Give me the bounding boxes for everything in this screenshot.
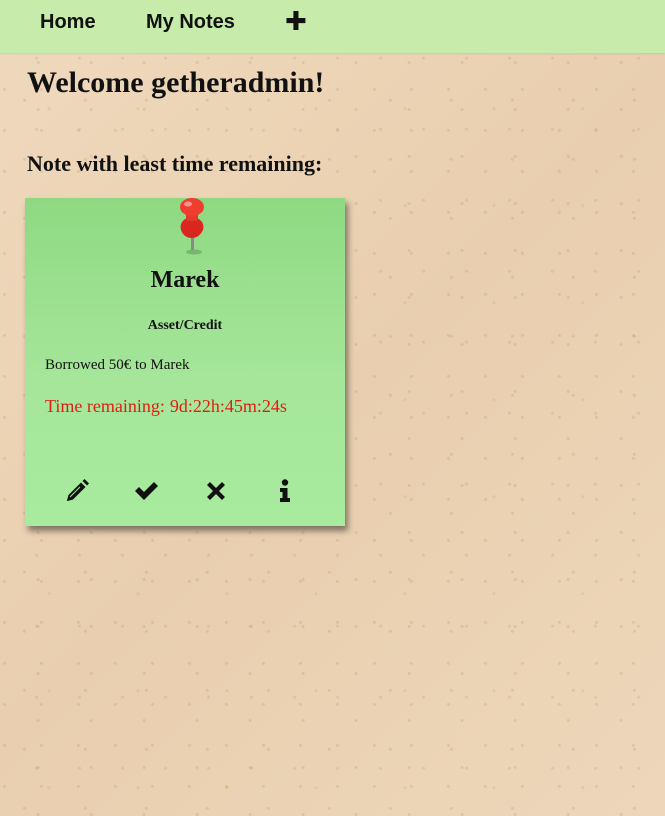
time-remaining-value: 9d:22h:45m:24s <box>169 396 287 416</box>
note-category: Asset/Credit <box>147 318 223 333</box>
note-body: Borrowed 50€ to Marek <box>45 357 190 373</box>
info-icon <box>280 479 290 502</box>
delete-note-button[interactable] <box>203 478 229 504</box>
top-navbar: Home My Notes ✚ <box>0 0 665 53</box>
time-remaining: Time remaining: 9d:22h:45m:24s <box>45 395 287 417</box>
check-icon <box>135 482 158 500</box>
note-title: Marek <box>150 267 220 293</box>
add-note-button[interactable]: ✚ <box>285 6 307 36</box>
welcome-heading: Welcome getheradmin! <box>27 66 325 99</box>
pencil-icon <box>67 479 89 501</box>
sticky-note: Marek Asset/Credit Borrowed 50€ to Marek… <box>25 198 345 526</box>
time-remaining-label: Time remaining: <box>45 396 165 416</box>
edit-note-button[interactable] <box>64 478 90 504</box>
nav-my-notes-link[interactable]: My Notes <box>146 10 235 34</box>
nav-home-link[interactable]: Home <box>40 10 96 34</box>
pushpin-icon <box>180 198 204 255</box>
x-icon <box>207 482 225 500</box>
note-info-button[interactable] <box>272 478 298 504</box>
complete-note-button[interactable] <box>133 478 159 504</box>
least-time-heading: Note with least time remaining: <box>27 151 323 176</box>
